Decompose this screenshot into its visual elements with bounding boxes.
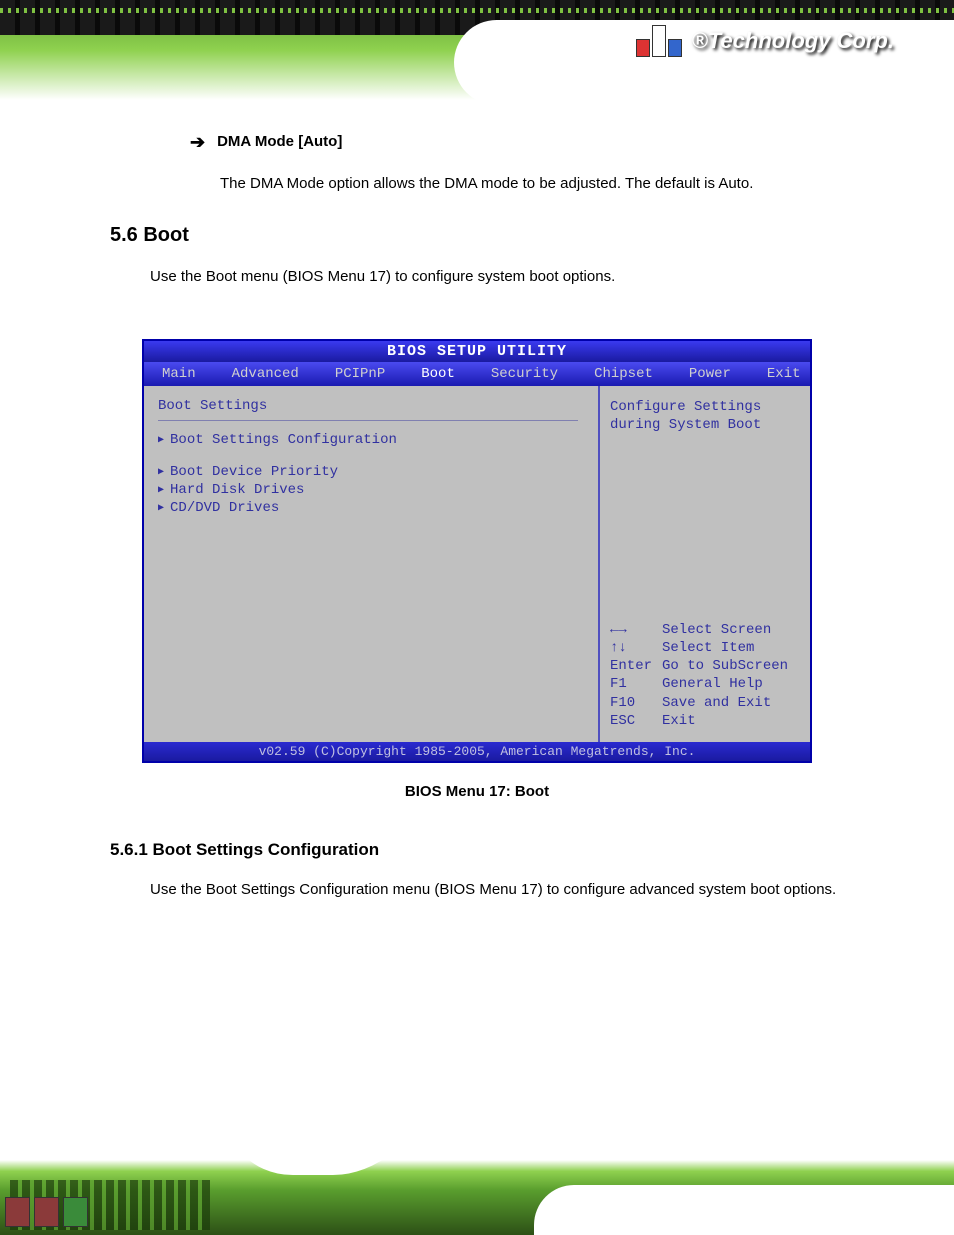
figure-caption: BIOS Menu 17: Boot bbox=[0, 783, 954, 800]
footer-curve-right bbox=[534, 1185, 954, 1235]
bios-tab-pcipnp[interactable]: PCIPnP bbox=[317, 364, 403, 384]
arrow-right-icon: ➔ bbox=[190, 132, 205, 153]
bios-left-panel: Boot Settings ▶ Boot Settings Configurat… bbox=[144, 386, 600, 742]
footer-banner bbox=[0, 1125, 954, 1235]
bios-tab-power[interactable]: Power bbox=[671, 364, 749, 384]
config-item: ➔ DMA Mode [Auto] bbox=[190, 130, 894, 154]
triangle-right-icon: ▶ bbox=[158, 484, 164, 496]
bios-tab-chipset[interactable]: Chipset bbox=[576, 364, 671, 384]
bios-menu-hard-disk-drives[interactable]: ▶ Hard Disk Drives bbox=[158, 481, 584, 499]
bios-key-help: ←→Select Screen ↑↓Select Item EnterGo to… bbox=[610, 621, 800, 730]
brand-text: ®Technology Corp. bbox=[692, 28, 894, 54]
section-heading: 5.6 Boot bbox=[110, 224, 894, 247]
config-item-label: DMA Mode [Auto] bbox=[217, 133, 342, 150]
bios-key-row: ESCExit bbox=[610, 712, 800, 730]
header-banner: ®Technology Corp. bbox=[0, 0, 954, 100]
bios-menu-label: Boot Device Priority bbox=[170, 464, 338, 480]
chip-decoration bbox=[5, 1197, 88, 1227]
config-item-text: DMA Mode [Auto] bbox=[217, 130, 342, 154]
bios-menu-boot-device-priority[interactable]: ▶ Boot Device Priority bbox=[158, 463, 584, 481]
bios-menu-label: CD/DVD Drives bbox=[170, 500, 279, 516]
bios-key-row: F10Save and Exit bbox=[610, 694, 800, 712]
page-content: ➔ DMA Mode [Auto] The DMA Mode option al… bbox=[0, 100, 954, 329]
bios-tab-advanced[interactable]: Advanced bbox=[214, 364, 317, 384]
bios-tab-main[interactable]: Main bbox=[144, 364, 214, 384]
bios-body: Boot Settings ▶ Boot Settings Configurat… bbox=[144, 386, 810, 742]
bios-panel-title: Boot Settings bbox=[158, 398, 584, 414]
bios-right-panel: Configure Settings during System Boot ←→… bbox=[600, 386, 810, 742]
bios-menu-label: Hard Disk Drives bbox=[170, 482, 304, 498]
triangle-right-icon: ▶ bbox=[158, 434, 164, 446]
bios-tab-security[interactable]: Security bbox=[473, 364, 576, 384]
bios-title: BIOS SETUP UTILITY bbox=[144, 341, 810, 362]
bios-key-row: ←→Select Screen bbox=[610, 621, 800, 639]
bios-menu-label: Boot Settings Configuration bbox=[170, 432, 397, 448]
subsection-desc: Use the Boot Settings Configuration menu… bbox=[110, 878, 894, 902]
bios-key-row: EnterGo to SubScreen bbox=[610, 657, 800, 675]
bios-key-row: ↑↓Select Item bbox=[610, 639, 800, 657]
triangle-right-icon: ▶ bbox=[158, 466, 164, 478]
bios-footer: v02.59 (C)Copyright 1985-2005, American … bbox=[144, 742, 810, 761]
subsection-heading: 5.6.1 Boot Settings Configuration bbox=[110, 840, 894, 860]
iei-logo-icon bbox=[636, 25, 682, 57]
bios-tab-bar: Main Advanced PCIPnP Boot Security Chips… bbox=[144, 362, 810, 386]
bios-menu-boot-settings-config[interactable]: ▶ Boot Settings Configuration bbox=[158, 431, 584, 449]
bios-tab-exit[interactable]: Exit bbox=[749, 364, 819, 384]
bios-tab-boot[interactable]: Boot bbox=[403, 364, 473, 384]
bios-divider bbox=[158, 420, 578, 421]
bios-key-row: F1General Help bbox=[610, 675, 800, 693]
bios-help-text: Configure Settings during System Boot bbox=[610, 398, 800, 434]
bios-menu-cd-dvd-drives[interactable]: ▶ CD/DVD Drives bbox=[158, 499, 584, 517]
logo-area: ®Technology Corp. bbox=[636, 25, 894, 57]
triangle-right-icon: ▶ bbox=[158, 502, 164, 514]
bios-screenshot: BIOS SETUP UTILITY Main Advanced PCIPnP … bbox=[142, 339, 812, 763]
section-desc: Use the Boot menu (BIOS Menu 17) to conf… bbox=[150, 265, 894, 289]
config-item-desc: The DMA Mode option allows the DMA mode … bbox=[190, 172, 894, 196]
